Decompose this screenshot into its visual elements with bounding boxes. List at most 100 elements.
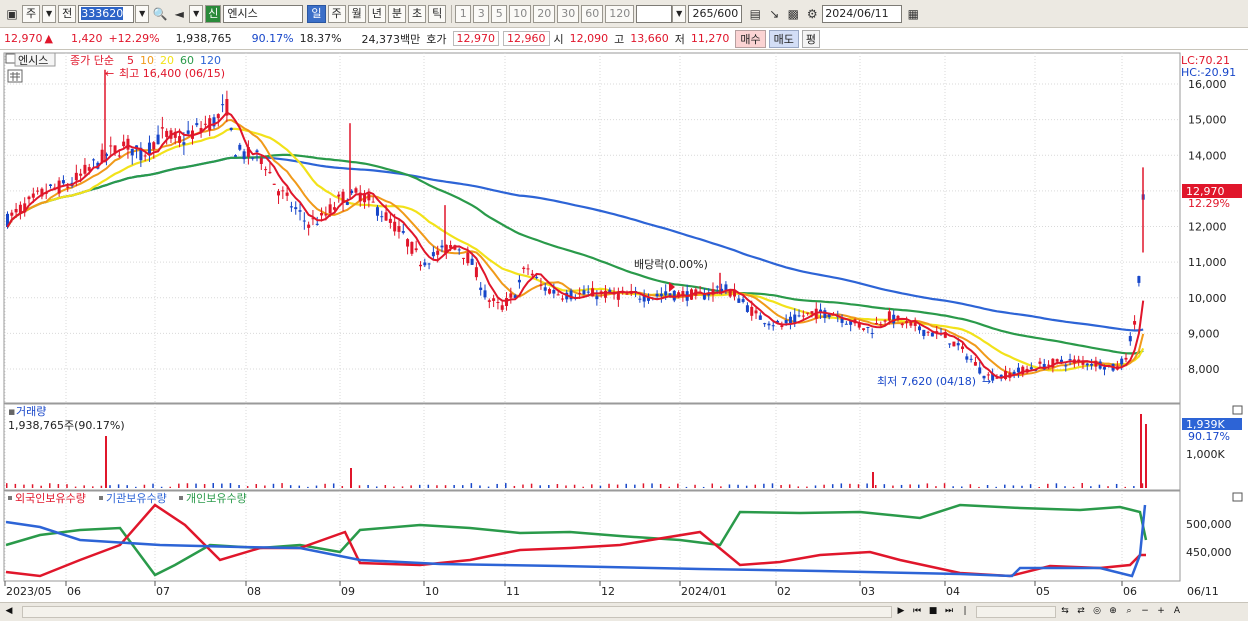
chart-type-icon[interactable]: ▤ <box>746 5 764 23</box>
stop-icon[interactable]: ■ <box>926 605 940 619</box>
price-tick-label: 14,000 <box>1188 149 1227 162</box>
chevron-down-icon[interactable]: ▼ <box>42 4 57 23</box>
candle-body <box>1038 361 1042 364</box>
volume-bar <box>771 483 774 488</box>
interval-5-button[interactable]: 5 <box>491 4 508 23</box>
candle-body <box>548 289 552 294</box>
rewind-icon[interactable]: ⏮ <box>910 605 924 619</box>
window-icon[interactable]: ▣ <box>3 5 21 23</box>
gear-icon[interactable]: ⚙ <box>803 5 821 23</box>
calendar-icon[interactable]: ▦ <box>904 5 922 23</box>
period-tick-button[interactable]: 틱 <box>428 4 447 23</box>
interval-20-button[interactable]: 20 <box>533 4 556 23</box>
period-minute-button[interactable]: 분 <box>387 4 406 23</box>
interval-60-button[interactable]: 60 <box>581 4 604 23</box>
code-dropdown-icon[interactable]: ▼ <box>135 4 150 23</box>
interval-3-button[interactable]: 3 <box>473 4 490 23</box>
candle-body <box>900 323 904 326</box>
legend-marker-icon <box>99 496 103 500</box>
volume-bar <box>565 485 567 488</box>
period-year-button[interactable]: 년 <box>367 4 386 23</box>
ask-price-1[interactable]: 12,970 <box>452 31 500 46</box>
volume-bar <box>1072 486 1075 488</box>
price-change-pct: +12.29% <box>108 32 160 45</box>
low-note: 최저 7,620 (04/18) <box>877 375 976 388</box>
candle-body <box>109 145 113 147</box>
drawing-tools-icon[interactable]: ↘ <box>765 5 783 23</box>
scroll-left-icon[interactable]: ◀ <box>2 605 16 619</box>
holdings-legend-item: 외국인보유수량 <box>15 492 86 505</box>
tool-c-icon[interactable]: ◎ <box>1090 605 1104 619</box>
interval-10-button[interactable]: 10 <box>509 4 532 23</box>
magnifier-icon[interactable]: ⌕ <box>1122 605 1136 619</box>
horizontal-scrollbar[interactable] <box>22 606 892 618</box>
interval-custom-input[interactable] <box>636 4 673 23</box>
stock-code-input[interactable]: 333620 <box>78 4 135 23</box>
interval-1-button[interactable]: 1 <box>455 4 472 23</box>
candle-body <box>324 214 328 216</box>
candle-body <box>152 142 156 150</box>
sell-button[interactable]: 매도 <box>768 29 799 48</box>
candle-body <box>866 327 870 329</box>
candle-body <box>479 287 483 291</box>
interval-dropdown-icon[interactable]: ▼ <box>672 4 687 23</box>
candle-body <box>926 331 930 333</box>
tool-a-icon[interactable]: ⇆ <box>1058 605 1072 619</box>
period-day-button[interactable]: 일 <box>307 4 326 23</box>
volume-spike-bar <box>1140 414 1142 488</box>
volume-bar <box>763 483 765 488</box>
search-icon[interactable]: 🔍 <box>151 5 169 23</box>
save-icon[interactable]: ▩ <box>784 5 802 23</box>
volume-spike-bar <box>350 468 352 488</box>
font-size-icon[interactable]: A <box>1170 605 1184 619</box>
candle-body <box>10 212 14 216</box>
date-field[interactable]: 2024/06/11 <box>822 4 903 23</box>
zoom-slider[interactable] <box>976 606 1056 618</box>
candle-body <box>973 361 977 366</box>
volume-bar <box>1047 483 1049 488</box>
zoom-in-icon[interactable]: + <box>1154 605 1168 619</box>
forward-icon[interactable]: ⏭ <box>942 605 956 619</box>
period-month-button[interactable]: 월 <box>347 4 366 23</box>
candle-body <box>874 323 878 325</box>
volume-bar <box>444 485 447 488</box>
candle-body <box>182 142 186 145</box>
volume-bar <box>462 485 464 488</box>
tool-d-icon[interactable]: ⊕ <box>1106 605 1120 619</box>
date-tick-label: 05 <box>1036 585 1050 598</box>
candle-body <box>763 323 767 325</box>
candle-body <box>625 293 629 295</box>
evaluate-button[interactable]: 평 <box>801 29 821 48</box>
ask-price-2[interactable]: 12,960 <box>503 31 550 46</box>
volume-bar <box>874 485 877 488</box>
buy-button[interactable]: 매수 <box>735 29 766 48</box>
new-badge: 신 <box>205 4 222 23</box>
volume-bar <box>255 484 258 488</box>
zoom-out-icon[interactable]: − <box>1138 605 1152 619</box>
stock-name-input[interactable]: 엔시스 <box>223 4 304 23</box>
volume-bar <box>384 485 387 488</box>
candle-body <box>543 287 547 291</box>
candle-body <box>147 142 151 155</box>
ma-legend-item: 120 <box>200 54 221 67</box>
speaker-dropdown-icon[interactable]: ▼ <box>189 4 204 23</box>
low-arrow-icon: → <box>982 375 991 388</box>
volume-bar <box>401 486 404 488</box>
interval-30-button[interactable]: 30 <box>557 4 580 23</box>
speaker-icon[interactable]: ◄ <box>170 5 188 23</box>
data-count-field[interactable]: 265/600 <box>688 4 743 23</box>
stock-chart[interactable]: 엔시스 종가 단순 5 10 20 60 120 ← 최고 16,400 (06/15)… <box>0 50 1248 602</box>
scroll-right-icon[interactable]: ▶ <box>894 605 908 619</box>
candle-body <box>1055 359 1059 362</box>
prev-button[interactable]: 전 <box>58 4 77 23</box>
interval-120-button[interactable]: 120 <box>605 4 635 23</box>
candle-body <box>1102 367 1106 370</box>
range-start-icon[interactable]: | <box>958 605 972 619</box>
period-type-button[interactable]: 주 <box>22 4 41 23</box>
period-second-button[interactable]: 초 <box>408 4 427 23</box>
tool-b-icon[interactable]: ⇄ <box>1074 605 1088 619</box>
candle-body <box>83 164 87 174</box>
quote-bar: 12,970 ▲ 1,420 +12.29% 1,938,765 90.17% … <box>0 28 1248 50</box>
period-week-button[interactable]: 주 <box>327 4 346 23</box>
candle-body <box>27 196 31 200</box>
